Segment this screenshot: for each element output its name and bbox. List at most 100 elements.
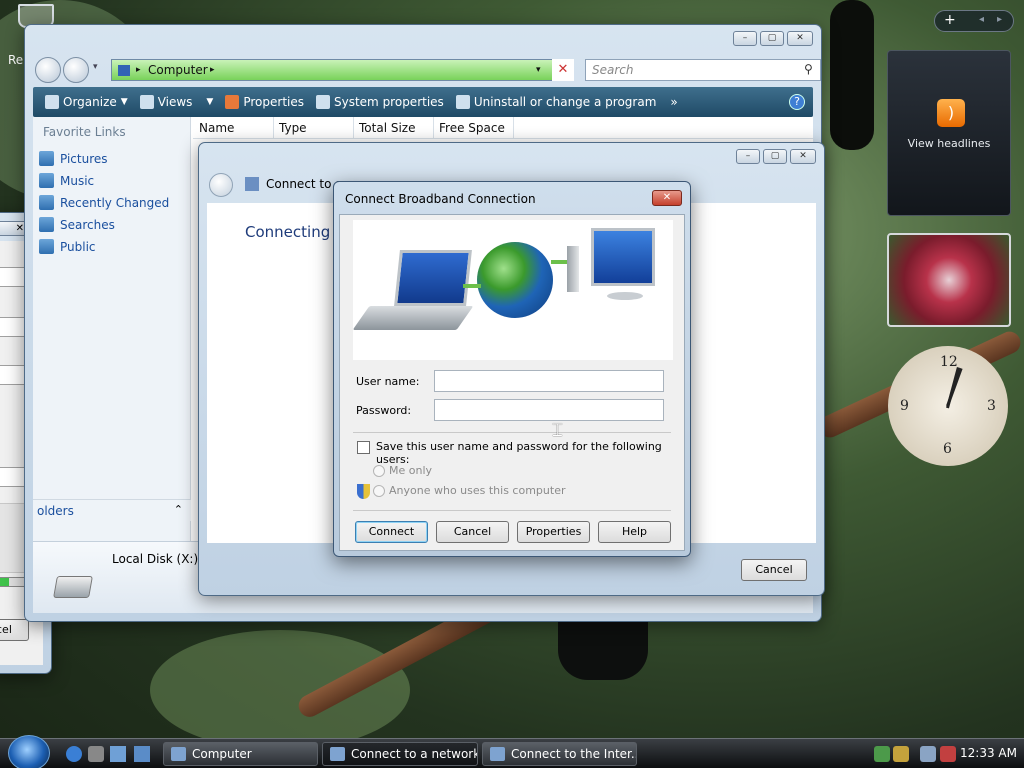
- favorite-music[interactable]: Music: [39, 173, 94, 188]
- password-label: Password:: [356, 404, 412, 417]
- connection-banner: [352, 220, 673, 360]
- taskbar-item-connect-internet[interactable]: Connect to the Inter...: [482, 742, 637, 766]
- media-icon[interactable]: [88, 746, 104, 762]
- anyone-radio[interactable]: [373, 485, 385, 497]
- switch-windows-icon[interactable]: [134, 746, 150, 762]
- tray-users-icon[interactable]: [874, 746, 890, 762]
- search-input[interactable]: Search ⚲: [585, 59, 821, 81]
- uninstall-button[interactable]: Uninstall or change a program: [455, 95, 657, 109]
- taskbar-item-connect-network[interactable]: Connect to a network: [322, 742, 478, 766]
- favorite-label: Public: [60, 239, 96, 254]
- minimize-button[interactable]: –: [733, 31, 757, 46]
- tray-network-icon[interactable]: [920, 746, 936, 762]
- programs-icon: [455, 95, 470, 109]
- me-only-radio[interactable]: [373, 465, 385, 477]
- column-name[interactable]: Name: [199, 121, 234, 135]
- cancel-button[interactable]: Cancel: [436, 521, 509, 543]
- taskbar-item-computer[interactable]: Computer: [163, 742, 318, 766]
- column-free-space[interactable]: Free Space: [439, 121, 505, 135]
- tray-volume-muted-icon[interactable]: [940, 746, 956, 762]
- add-gadget-icon[interactable]: +: [944, 12, 956, 28]
- recent-pages-icon[interactable]: ▾: [93, 62, 98, 72]
- properties-button[interactable]: Properties: [517, 521, 590, 543]
- checkmark-icon: [225, 95, 240, 109]
- network-icon: [245, 177, 259, 191]
- clock-numeral: 6: [943, 441, 952, 457]
- folders-toggle[interactable]: olders ⌃: [33, 499, 191, 521]
- properties-label: Properties: [243, 95, 304, 109]
- clock-numeral: 12: [940, 354, 958, 370]
- cancel-button[interactable]: cel: [0, 619, 29, 641]
- computer-icon: [171, 747, 186, 761]
- column-header: Name Type Total Size Free Space: [193, 117, 813, 139]
- cancel-button[interactable]: Cancel: [741, 559, 807, 581]
- broadband-dialog[interactable]: Connect Broadband Connection ✕ User name…: [333, 181, 691, 557]
- uninstall-label: Uninstall or change a program: [473, 95, 657, 109]
- favorite-label: Searches: [60, 217, 115, 232]
- column-type[interactable]: Type: [279, 121, 307, 135]
- tray-security-icon[interactable]: [893, 746, 909, 762]
- address-bar[interactable]: ▸ Computer ▸ ▾ ✕: [111, 59, 574, 81]
- bird-silhouette: [830, 0, 874, 150]
- close-button[interactable]: ✕: [790, 149, 816, 164]
- favorite-recently-changed[interactable]: Recently Changed: [39, 195, 169, 210]
- views-button[interactable]: Views ▼: [139, 95, 213, 109]
- computer-icon: [118, 65, 130, 76]
- search-icon[interactable]: ⚲: [804, 62, 813, 76]
- save-credentials-checkbox[interactable]: [357, 441, 370, 454]
- username-label: User name:: [356, 375, 420, 388]
- system-icon: [316, 95, 330, 109]
- properties-button[interactable]: Properties: [225, 95, 304, 109]
- help-button[interactable]: Help: [598, 521, 671, 543]
- favorite-searches[interactable]: Searches: [39, 217, 115, 232]
- task-label: Connect to the Inter...: [511, 747, 637, 761]
- show-desktop-icon[interactable]: [110, 746, 126, 762]
- close-button[interactable]: ✕: [787, 31, 813, 46]
- address-dropdown-icon[interactable]: ▾: [536, 65, 541, 75]
- close-button[interactable]: ✕: [652, 190, 682, 206]
- next-icon[interactable]: ▸: [997, 14, 1002, 25]
- network-icon: [330, 747, 345, 761]
- password-field[interactable]: [434, 399, 664, 421]
- stop-icon[interactable]: ✕: [552, 59, 574, 81]
- command-bar: Organize ▼ Views ▼ Properties System prope…: [33, 87, 813, 117]
- forward-button[interactable]: [63, 57, 89, 83]
- clock-gadget[interactable]: 12 3 6 9: [888, 346, 1008, 466]
- views-label: Views: [157, 95, 193, 109]
- save-credentials-label: Save this user name and password for the…: [376, 440, 662, 466]
- maximize-button[interactable]: ▢: [760, 31, 784, 46]
- favorite-label: Recently Changed: [60, 195, 170, 210]
- desktop-monitor-icon: [591, 228, 655, 286]
- slideshow-gadget[interactable]: [887, 233, 1011, 327]
- favorite-links-heading: Favorite Links: [43, 125, 126, 139]
- clock-numeral: 3: [987, 398, 996, 414]
- username-field[interactable]: [434, 370, 664, 392]
- favorite-public[interactable]: Public: [39, 239, 96, 254]
- column-total-size[interactable]: Total Size: [359, 121, 415, 135]
- globe-icon: [477, 242, 553, 318]
- me-only-label: Me only: [389, 464, 433, 477]
- minimize-button[interactable]: –: [736, 149, 760, 164]
- internet-explorer-icon[interactable]: [66, 746, 82, 762]
- connect-button[interactable]: Connect: [355, 521, 428, 543]
- searches-icon: [39, 217, 54, 232]
- back-button[interactable]: [209, 173, 233, 197]
- task-label: Computer: [192, 747, 252, 761]
- chevron-right-icon[interactable]: ▸: [210, 65, 215, 75]
- previous-icon[interactable]: ◂: [979, 14, 984, 25]
- system-properties-button[interactable]: System properties: [316, 95, 444, 109]
- feed-headlines-gadget[interactable]: ) View headlines: [887, 50, 1011, 216]
- favorite-pictures[interactable]: Pictures: [39, 151, 108, 166]
- more-button[interactable]: »: [670, 95, 677, 109]
- clock[interactable]: 12:33 AM: [960, 746, 1017, 760]
- taskbar: Computer Connect to a network Connect to…: [0, 735, 1024, 768]
- start-button[interactable]: [8, 735, 50, 768]
- public-icon: [39, 239, 54, 254]
- chevron-up-icon: ⌃: [173, 503, 183, 516]
- organize-button[interactable]: Organize ▼: [45, 95, 128, 109]
- back-button[interactable]: [35, 57, 61, 83]
- clock-numeral: 9: [900, 398, 909, 414]
- maximize-button[interactable]: ▢: [763, 149, 787, 164]
- shield-icon: [357, 484, 370, 499]
- help-icon[interactable]: ?: [789, 94, 805, 110]
